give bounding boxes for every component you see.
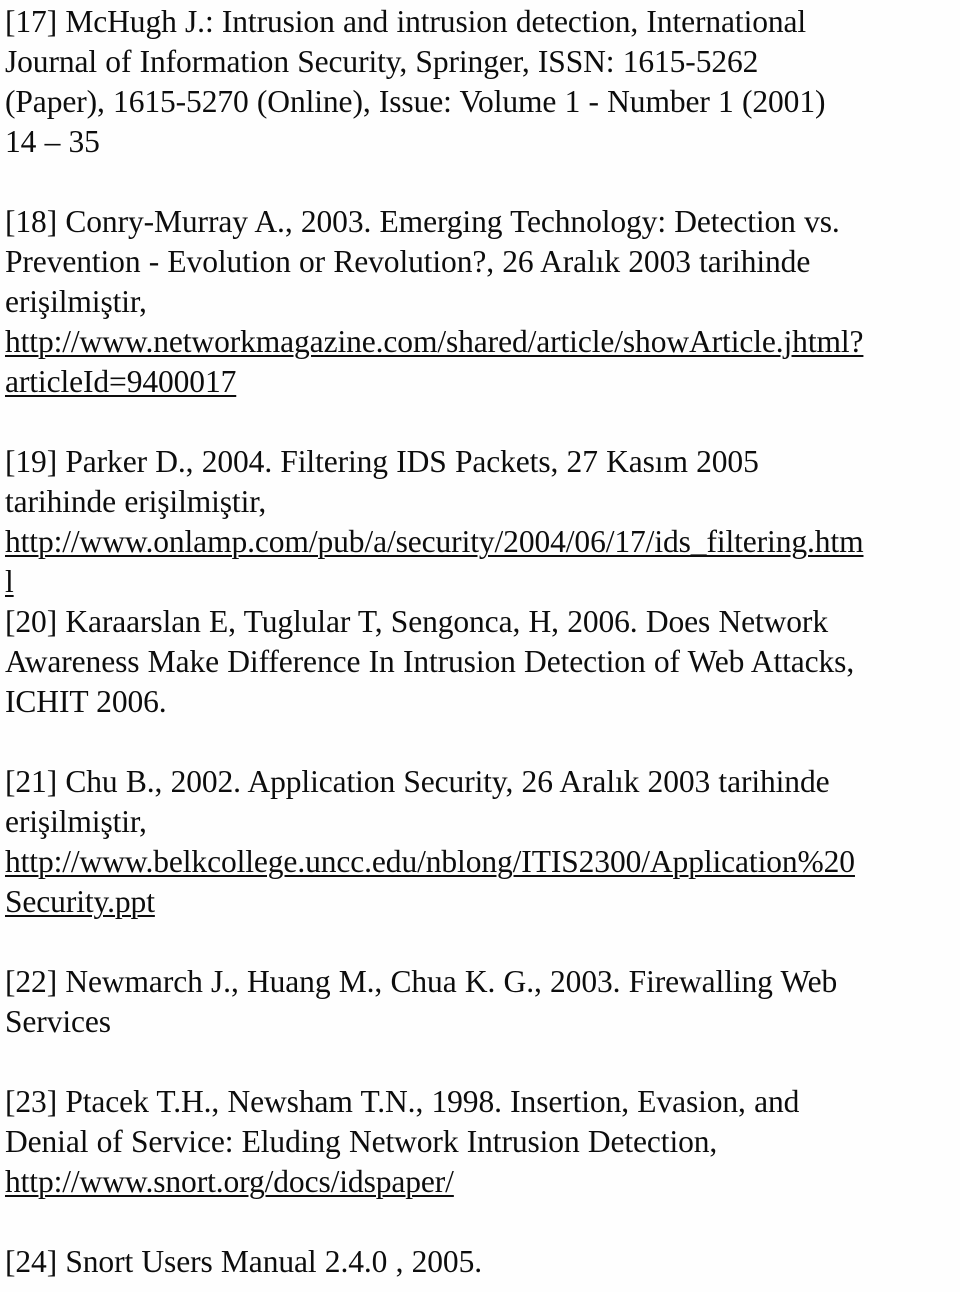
- reference-text-line: Awareness Make Difference In Intrusion D…: [5, 644, 855, 679]
- reference-text-line: [18] Conry-Murray A., 2003. Emerging Tec…: [5, 204, 840, 239]
- reference-text-line: [20] Karaarslan E, Tuglular T, Sengonca,…: [5, 604, 828, 639]
- reference-text-line: erişilmiştir,: [5, 284, 147, 319]
- reference-url-line[interactable]: Security.ppt: [5, 882, 955, 922]
- reference-entry: [22] Newmarch J., Huang M., Chua K. G., …: [5, 962, 955, 1042]
- reference-text-line: [23] Ptacek T.H., Newsham T.N., 1998. In…: [5, 1084, 800, 1119]
- reference-text-line: [19] Parker D., 2004. Filtering IDS Pack…: [5, 444, 759, 479]
- reference-text-line: Prevention - Evolution or Revolution?, 2…: [5, 244, 811, 279]
- reference-text-line: erişilmiştir,: [5, 804, 147, 839]
- reference-entry: [23] Ptacek T.H., Newsham T.N., 1998. In…: [5, 1082, 955, 1202]
- reference-entry: [18] Conry-Murray A., 2003. Emerging Tec…: [5, 202, 955, 402]
- reference-entry: [19] Parker D., 2004. Filtering IDS Pack…: [5, 442, 955, 602]
- reference-text-line: (Paper), 1615-5270 (Online), Issue: Volu…: [5, 84, 826, 119]
- reference-url-line[interactable]: http://www.snort.org/docs/idspaper/: [5, 1162, 955, 1202]
- reference-text-line: tarihinde erişilmiştir,: [5, 484, 267, 519]
- reference-url-line[interactable]: l: [5, 562, 955, 602]
- reference-url-line[interactable]: http://www.onlamp.com/pub/a/security/200…: [5, 522, 955, 562]
- reference-list: [17] McHugh J.: Intrusion and intrusion …: [5, 2, 955, 1282]
- reference-entry: [20] Karaarslan E, Tuglular T, Sengonca,…: [5, 602, 955, 722]
- reference-text-line: [21] Chu B., 2002. Application Security,…: [5, 764, 830, 799]
- document-page: [17] McHugh J.: Intrusion and intrusion …: [0, 0, 960, 1292]
- reference-text-line: 14 – 35: [5, 124, 100, 159]
- reference-text-line: [24] Snort Users Manual 2.4.0 , 2005.: [5, 1244, 482, 1279]
- reference-text-line: ICHIT 2006.: [5, 684, 167, 719]
- reference-url-line[interactable]: http://www.networkmagazine.com/shared/ar…: [5, 322, 955, 362]
- reference-url-line[interactable]: articleId=9400017: [5, 362, 955, 402]
- reference-text-line: Journal of Information Security, Springe…: [5, 44, 759, 79]
- reference-text-line: [22] Newmarch J., Huang M., Chua K. G., …: [5, 964, 838, 999]
- reference-entry: [17] McHugh J.: Intrusion and intrusion …: [5, 2, 955, 162]
- reference-text-line: Denial of Service: Eluding Network Intru…: [5, 1124, 718, 1159]
- reference-text-line: Services: [5, 1004, 111, 1039]
- reference-entry: [21] Chu B., 2002. Application Security,…: [5, 762, 955, 922]
- reference-entry: [24] Snort Users Manual 2.4.0 , 2005.: [5, 1242, 955, 1282]
- reference-text-line: [17] McHugh J.: Intrusion and intrusion …: [5, 4, 807, 39]
- reference-url-line[interactable]: http://www.belkcollege.uncc.edu/nblong/I…: [5, 842, 955, 882]
